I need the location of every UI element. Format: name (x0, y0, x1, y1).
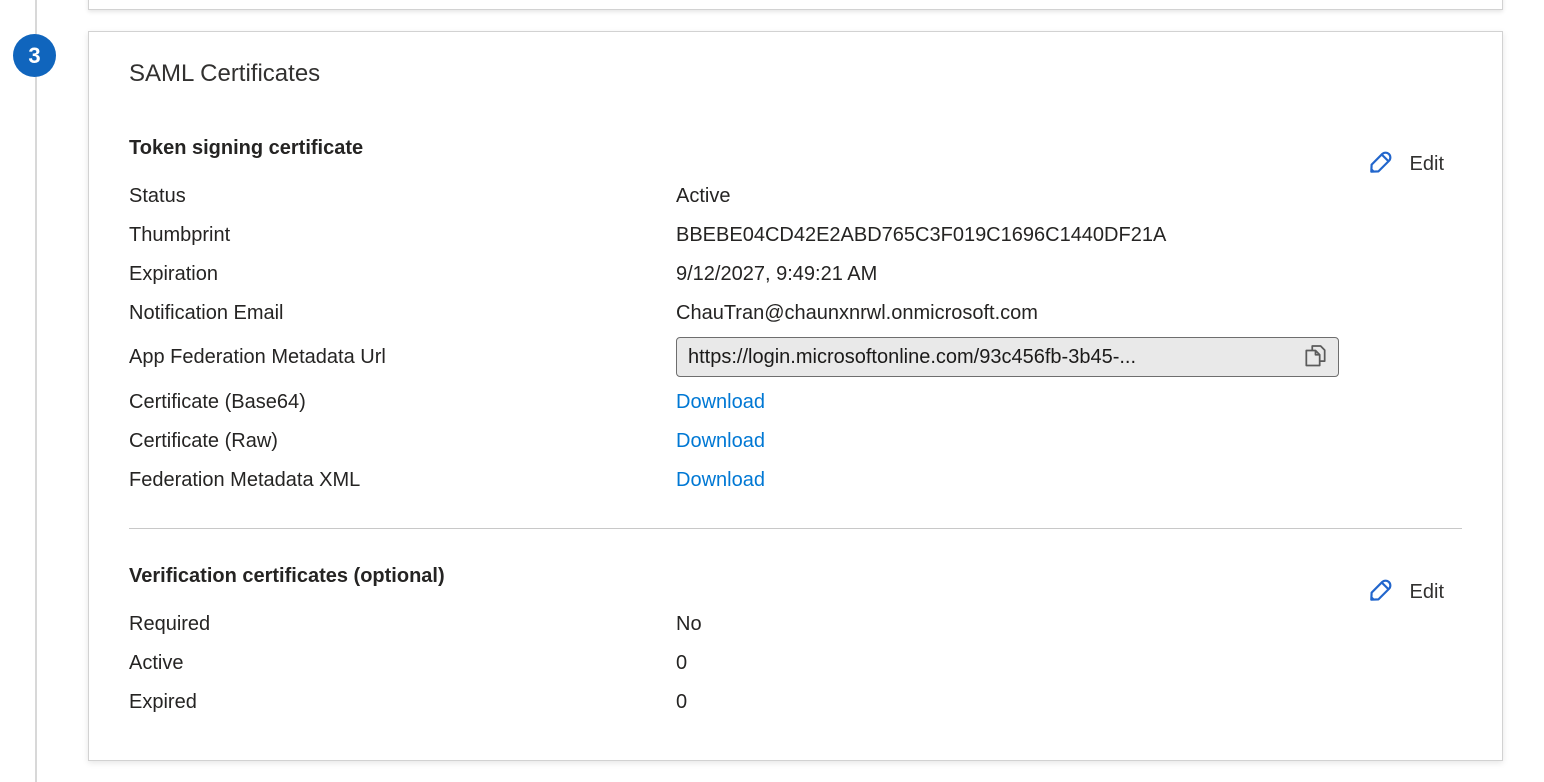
verification-heading: Verification certificates (optional) (129, 563, 1462, 589)
row-value: ChauTran@chaunxnrwl.onmicrosoft.com (676, 302, 1038, 325)
download-base64-link[interactable]: Download (676, 391, 765, 414)
verification-rows: Required No Active 0 Expired 0 (129, 605, 1462, 722)
pencil-icon (1365, 147, 1396, 181)
row-label: App Federation Metadata Url (129, 346, 676, 369)
copy-icon (1302, 342, 1329, 372)
metadata-url-field[interactable]: https://login.microsoftonline.com/93c456… (676, 337, 1339, 377)
copy-url-button[interactable] (1302, 342, 1329, 372)
stepper-connector-line (35, 0, 37, 782)
saml-certificates-card: SAML Certificates Token signing certific… (88, 31, 1503, 761)
row-value: 0 (676, 652, 687, 675)
row-label: Expiration (129, 263, 676, 286)
token-signing-edit-button[interactable]: Edit (1365, 147, 1444, 181)
previous-card-edge (88, 0, 1503, 10)
download-raw-link[interactable]: Download (676, 430, 765, 453)
section-divider (129, 528, 1462, 529)
app-federation-metadata-url-row: App Federation Metadata Url https://logi… (129, 333, 1462, 381)
step-number-badge: 3 (13, 34, 56, 77)
row-value: Active (676, 185, 730, 208)
required-row: Required No (129, 605, 1462, 644)
page: 3 SAML Certificates Token signing certif… (0, 0, 1544, 782)
certificate-base64-row: Certificate (Base64) Download (129, 383, 1462, 422)
step-number: 3 (28, 43, 40, 69)
row-label: Notification Email (129, 302, 676, 325)
row-label: Active (129, 652, 676, 675)
pencil-icon (1365, 575, 1396, 609)
certificate-raw-row: Certificate (Raw) Download (129, 422, 1462, 461)
token-signing-section-header: Token signing certificate Edit (129, 135, 1462, 161)
thumbprint-row: Thumbprint BBEBE04CD42E2ABD765C3F019C169… (129, 216, 1462, 255)
row-label: Thumbprint (129, 224, 676, 247)
token-signing-heading: Token signing certificate (129, 135, 1462, 161)
row-value: 0 (676, 691, 687, 714)
row-value: 9/12/2027, 9:49:21 AM (676, 263, 877, 286)
row-label: Federation Metadata XML (129, 469, 676, 492)
row-label: Certificate (Base64) (129, 391, 676, 414)
row-label: Expired (129, 691, 676, 714)
verification-edit-button[interactable]: Edit (1365, 575, 1444, 609)
active-count-row: Active 0 (129, 644, 1462, 683)
expiration-row: Expiration 9/12/2027, 9:49:21 AM (129, 255, 1462, 294)
expired-count-row: Expired 0 (129, 683, 1462, 722)
token-signing-rows: Status Active Thumbprint BBEBE04CD42E2AB… (129, 177, 1462, 500)
metadata-url-value: https://login.microsoftonline.com/93c456… (688, 346, 1296, 369)
edit-button-label: Edit (1410, 153, 1444, 176)
row-label: Certificate (Raw) (129, 430, 676, 453)
status-row: Status Active (129, 177, 1462, 216)
download-metadata-xml-link[interactable]: Download (676, 469, 765, 492)
row-label: Status (129, 185, 676, 208)
federation-metadata-xml-row: Federation Metadata XML Download (129, 461, 1462, 500)
edit-button-label: Edit (1410, 581, 1444, 604)
download-rows: Certificate (Base64) Download Certificat… (129, 383, 1462, 500)
verification-section-header: Verification certificates (optional) Edi… (129, 563, 1462, 589)
row-label: Required (129, 613, 676, 636)
notification-email-row: Notification Email ChauTran@chaunxnrwl.o… (129, 294, 1462, 333)
row-value: BBEBE04CD42E2ABD765C3F019C1696C1440DF21A (676, 224, 1166, 247)
row-value: No (676, 613, 702, 636)
card-title: SAML Certificates (129, 59, 1462, 89)
